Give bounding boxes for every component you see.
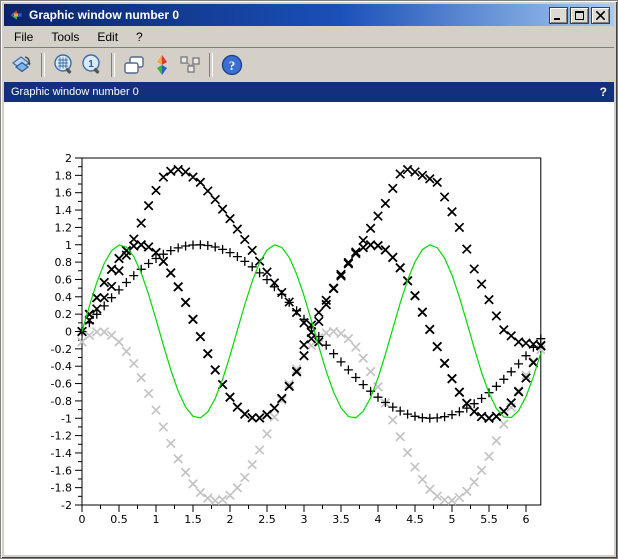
minimize-icon <box>554 11 563 20</box>
svg-text:-1.2: -1.2 <box>51 430 72 443</box>
figures-button[interactable] <box>120 51 148 79</box>
help-button[interactable]: ? <box>218 51 246 79</box>
svg-text:1: 1 <box>65 239 72 252</box>
svg-text:2: 2 <box>65 152 72 165</box>
graphics-editor-button[interactable] <box>148 51 176 79</box>
window-title: Graphic window number 0 <box>29 8 547 22</box>
svg-text:1: 1 <box>153 513 160 526</box>
menu-bar: File Tools Edit ? <box>4 26 614 48</box>
svg-text:1.8: 1.8 <box>55 169 73 182</box>
maximize-button[interactable] <box>570 7 589 24</box>
rotate-icon <box>10 53 34 77</box>
menu-item-help[interactable]: ? <box>128 28 151 46</box>
datatips-icon <box>178 53 202 77</box>
svg-text:0: 0 <box>65 326 72 339</box>
svg-text:-0.2: -0.2 <box>51 343 72 356</box>
graphics-editor-icon <box>150 53 174 77</box>
svg-text:-0.8: -0.8 <box>51 395 72 408</box>
figures-icon <box>122 53 146 77</box>
toolbar-separator <box>209 53 213 77</box>
svg-text:-1.4: -1.4 <box>51 447 72 460</box>
info-help-badge[interactable]: ? <box>600 85 607 99</box>
svg-text:-1.6: -1.6 <box>51 464 72 477</box>
close-icon <box>596 11 605 20</box>
zoom-original-icon: 1 <box>80 53 104 77</box>
svg-text:0.4: 0.4 <box>55 291 73 304</box>
svg-text:0: 0 <box>79 513 86 526</box>
svg-text:-1.8: -1.8 <box>51 482 72 495</box>
zoom-area-button[interactable] <box>50 51 78 79</box>
title-bar: Graphic window number 0 <box>4 4 614 26</box>
svg-text:5.5: 5.5 <box>480 513 498 526</box>
close-button[interactable] <box>591 7 610 24</box>
svg-text:-0.4: -0.4 <box>51 360 72 373</box>
svg-text:4: 4 <box>375 513 382 526</box>
toolbar-separator <box>41 53 45 77</box>
svg-text:1: 1 <box>88 59 94 70</box>
svg-text:6: 6 <box>523 513 530 526</box>
scilab-graphic-window: Graphic window number 0 File Tools Edit … <box>0 0 618 559</box>
datatips-button[interactable] <box>176 51 204 79</box>
toolbar-separator <box>111 53 115 77</box>
help-icon: ? <box>220 53 244 77</box>
zoom-original-button[interactable]: 1 <box>78 51 106 79</box>
maximize-icon <box>575 11 584 20</box>
series-gray-squared-sine <box>78 327 545 505</box>
svg-text:5: 5 <box>449 513 456 526</box>
zoom-area-icon <box>52 53 76 77</box>
svg-text:4.5: 4.5 <box>406 513 424 526</box>
menu-item-edit[interactable]: Edit <box>89 28 126 46</box>
svg-text:0.2: 0.2 <box>55 308 73 321</box>
svg-text:0.6: 0.6 <box>55 273 73 286</box>
svg-text:1.4: 1.4 <box>55 204 73 217</box>
chart-svg[interactable]: 0 0.5 1 1.5 2 2.5 3 3.5 4 4.5 5 5.5 6 2 1.8 1.6 1.4 1.2 1 0… <box>4 102 614 555</box>
svg-text:1.2: 1.2 <box>55 221 73 234</box>
plot-canvas[interactable]: 0 0.5 1 1.5 2 2.5 3 3.5 4 4.5 5 5.5 6 2 1.8 1.6 1.4 1.2 1 0… <box>4 102 614 555</box>
svg-text:0.5: 0.5 <box>110 513 128 526</box>
svg-text:0.8: 0.8 <box>55 256 73 269</box>
svg-text:-0.6: -0.6 <box>51 378 72 391</box>
svg-text:3: 3 <box>301 513 308 526</box>
rotate-button[interactable] <box>8 51 36 79</box>
svg-text:2: 2 <box>227 513 234 526</box>
svg-text:3.5: 3.5 <box>332 513 350 526</box>
toolbar: 1 <box>4 48 614 82</box>
menu-item-tools[interactable]: Tools <box>43 28 87 46</box>
minimize-button[interactable] <box>549 7 568 24</box>
svg-text:-1: -1 <box>61 412 72 425</box>
svg-text:-2: -2 <box>61 499 72 512</box>
info-bar-title: Graphic window number 0 <box>11 86 600 98</box>
svg-text:?: ? <box>229 58 236 73</box>
svg-text:1.6: 1.6 <box>55 187 73 200</box>
svg-text:1.5: 1.5 <box>184 513 202 526</box>
info-bar: Graphic window number 0 ? <box>4 82 614 102</box>
svg-text:2.5: 2.5 <box>258 513 276 526</box>
scilab-logo-icon <box>8 7 24 23</box>
menu-item-file[interactable]: File <box>6 28 41 46</box>
